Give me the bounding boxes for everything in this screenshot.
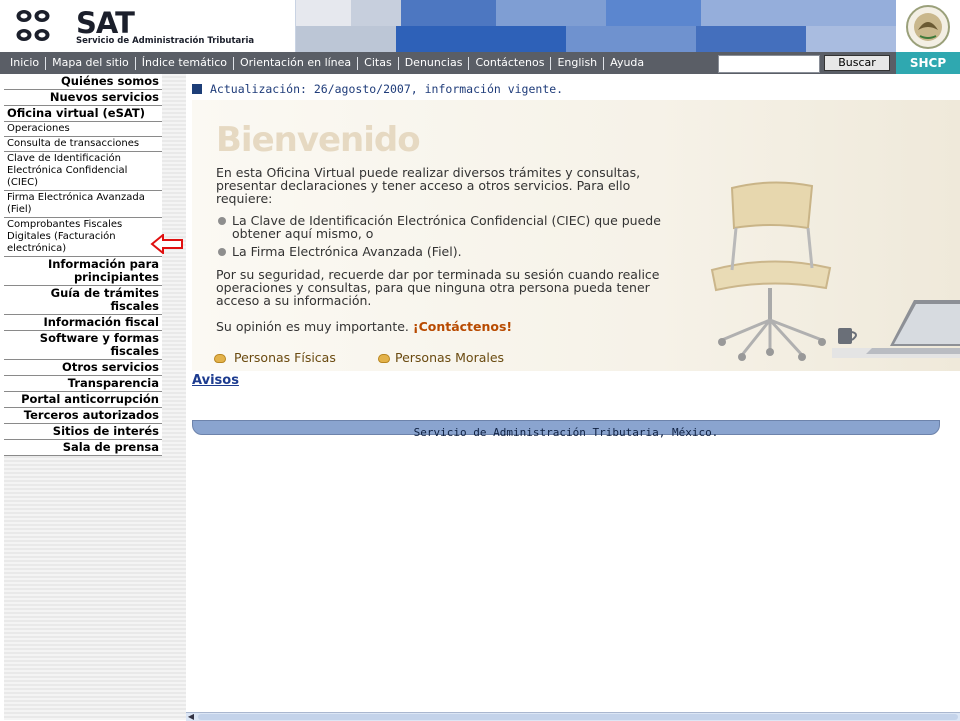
sidebar-item-consulta-transacciones[interactable]: Consulta de transacciones bbox=[4, 137, 162, 152]
sat-logo[interactable]: SAT Servicio de Administración Tributari… bbox=[0, 0, 296, 52]
sidebar-item-terceros-autorizados[interactable]: Terceros autorizados bbox=[4, 408, 162, 424]
sidebar-item-comprobantes-fiscales[interactable]: Comprobantes Fiscales Digitales (Factura… bbox=[4, 218, 162, 257]
opinion-text: Su opinión es muy importante. bbox=[216, 319, 409, 334]
sidebar-item-guia-tramites[interactable]: Guía de trámites fiscales bbox=[4, 286, 162, 315]
bullet-ciec-text: La Clave de Identificación Electrónica C… bbox=[232, 213, 661, 241]
update-text: Actualización: 26/agosto/2007, informaci… bbox=[210, 82, 564, 96]
nav-inicio[interactable]: Inicio bbox=[4, 52, 45, 74]
footer-text: Servicio de Administración Tributaria, M… bbox=[413, 426, 719, 439]
nav-ayuda[interactable]: Ayuda bbox=[604, 52, 650, 74]
shcp-label[interactable]: SHCP bbox=[896, 52, 960, 74]
nav-citas[interactable]: Citas bbox=[358, 52, 398, 74]
nav-orientacion[interactable]: Orientación en línea bbox=[234, 52, 357, 74]
sidebar-item-informacion-principiantes[interactable]: Información para principiantes bbox=[4, 257, 162, 286]
sidebar-item-nuevos-servicios[interactable]: Nuevos servicios bbox=[4, 90, 162, 106]
sidebar-item-portal-anticorrupcion[interactable]: Portal anticorrupción bbox=[4, 392, 162, 408]
avisos-link[interactable]: Avisos bbox=[192, 373, 239, 388]
sidebar-item-oficina-virtual[interactable]: Oficina virtual (eSAT) bbox=[4, 106, 162, 122]
bullet-icon bbox=[218, 217, 226, 225]
sidebar: Quiénes somos Nuevos servicios Oficina v… bbox=[4, 74, 186, 720]
bullet-ciec: La Clave de Identificación Electrónica C… bbox=[218, 213, 662, 241]
sidebar-item-operaciones[interactable]: Operaciones bbox=[4, 122, 162, 137]
intro-text: En esta Oficina Virtual puede realizar d… bbox=[216, 165, 641, 206]
bullet-fiel: La Firma Electrónica Avanzada (Fiel). bbox=[218, 244, 662, 259]
footer-bar: Servicio de Administración Tributaria, M… bbox=[192, 420, 940, 439]
update-notice: Actualización: 26/agosto/2007, informaci… bbox=[192, 82, 563, 96]
mexico-seal-icon bbox=[896, 0, 960, 52]
logo-wordmark: SAT bbox=[76, 6, 135, 40]
contactenos-link[interactable]: ¡Contáctenos! bbox=[413, 319, 512, 334]
nav-indice-tematico[interactable]: Índice temático bbox=[136, 52, 233, 74]
sidebar-item-quienes-somos[interactable]: Quiénes somos bbox=[4, 74, 162, 90]
bullet-fiel-text: La Firma Electrónica Avanzada (Fiel). bbox=[232, 244, 462, 259]
sidebar-item-transparencia[interactable]: Transparencia bbox=[4, 376, 162, 392]
security-text: Por su seguridad, recuerde dar por termi… bbox=[216, 267, 660, 308]
nav-contactenos[interactable]: Contáctenos bbox=[469, 52, 550, 74]
sidebar-item-sitios-interes[interactable]: Sitios de interés bbox=[4, 424, 162, 440]
welcome-panel: Bienvenido En esta Oficina Virtual puede… bbox=[192, 100, 960, 371]
square-bullet-icon bbox=[192, 84, 202, 94]
sidebar-item-ciec[interactable]: Clave de Identificación Electrónica Conf… bbox=[4, 152, 162, 191]
nav-english[interactable]: English bbox=[551, 52, 603, 74]
sidebar-item-informacion-fiscal[interactable]: Información fiscal bbox=[4, 315, 162, 331]
opinion-line: Su opinión es muy importante. ¡Contácten… bbox=[216, 320, 512, 333]
left-arrow-icon bbox=[150, 234, 183, 254]
sidebar-item-sala-prensa[interactable]: Sala de prensa bbox=[4, 440, 162, 456]
header: SAT Servicio de Administración Tributari… bbox=[0, 0, 960, 52]
sidebar-item-otros-servicios[interactable]: Otros servicios bbox=[4, 360, 162, 376]
sidebar-item-software-formas[interactable]: Software y formas fiscales bbox=[4, 331, 162, 360]
sat-logo-icon bbox=[16, 10, 50, 41]
scrollbar-thumb[interactable] bbox=[198, 714, 958, 720]
search-button[interactable]: Buscar bbox=[824, 55, 890, 71]
personas-morales-link[interactable]: Personas Morales bbox=[395, 350, 504, 365]
nav-denuncias[interactable]: Denuncias bbox=[399, 52, 469, 74]
personas-fisicas-icon bbox=[214, 354, 226, 363]
bullet-icon bbox=[218, 248, 226, 256]
personas-fisicas-link[interactable]: Personas Físicas bbox=[234, 350, 336, 365]
logo-subtitle: Servicio de Administración Tributaria bbox=[76, 36, 255, 46]
office-chair-illustration bbox=[710, 181, 960, 361]
personas-morales-icon bbox=[378, 354, 390, 363]
header-banner bbox=[296, 0, 896, 52]
sidebar-item-fiel[interactable]: Firma Electrónica Avanzada (Fiel) bbox=[4, 191, 162, 218]
welcome-title: Bienvenido bbox=[216, 120, 421, 160]
search-input[interactable] bbox=[718, 55, 820, 73]
nav-mapa-del-sitio[interactable]: Mapa del sitio bbox=[46, 52, 135, 74]
